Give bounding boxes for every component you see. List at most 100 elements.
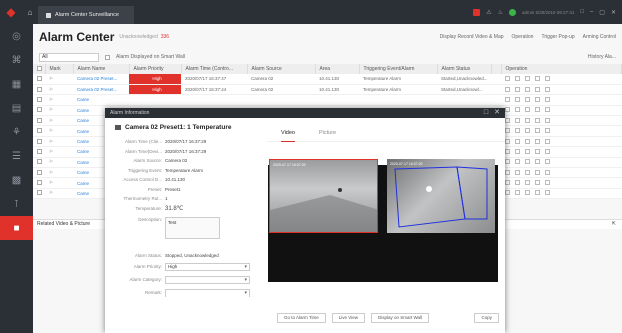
row-checkbox[interactable] — [37, 148, 42, 154]
col-time[interactable]: Alarm Time (Contro... — [181, 64, 248, 74]
acknowledge-icon[interactable] — [505, 180, 510, 186]
user-icon[interactable] — [545, 169, 550, 175]
acknowledge-icon[interactable] — [505, 86, 510, 92]
table-row[interactable]: ⚐ Camera 02 Preset... High 2020/07/17 16:37… — [33, 84, 622, 96]
table-row[interactable]: ⚐ Came — [33, 94, 622, 106]
video-icon[interactable] — [515, 148, 520, 154]
video-window-1[interactable]: 2020-07-17 16:37:29 — [269, 159, 378, 233]
picture-icon[interactable] — [525, 169, 530, 175]
table-row[interactable]: ⚐ Camera 02 Preset... High 2020/07/17 16:37… — [33, 74, 622, 85]
video-icon[interactable] — [515, 86, 520, 92]
map-icon[interactable] — [535, 190, 540, 196]
col-priority[interactable]: Alarm Priority — [129, 64, 182, 74]
row-checkbox[interactable] — [37, 75, 42, 81]
grid-icon[interactable]: ▦ — [0, 72, 33, 96]
arming-control-button[interactable]: Arming Control — [583, 34, 616, 40]
user-icon[interactable] — [545, 107, 550, 113]
user-icon[interactable] — [545, 117, 550, 123]
video-window-2[interactable]: 2020-07-17 16:37:29 — [387, 159, 495, 233]
remark-field[interactable] — [165, 288, 250, 297]
col-alarm-name[interactable]: Alarm Name — [73, 64, 130, 74]
picture-icon[interactable] — [525, 138, 530, 144]
flag-icon[interactable]: ⚐ — [45, 136, 73, 148]
user-icon[interactable] — [545, 86, 550, 92]
minimize-icon[interactable]: – — [590, 9, 593, 15]
alarm-filter-select[interactable]: All — [39, 52, 99, 62]
layers-icon[interactable]: ☰ — [0, 144, 33, 168]
history-alarm-link[interactable]: History Ala... — [588, 54, 616, 60]
acknowledge-icon[interactable] — [505, 96, 510, 102]
col-event[interactable]: Triggering Event/Alarm — [359, 64, 438, 74]
video-icon[interactable] — [515, 107, 520, 113]
dialog-maximize-icon[interactable]: □ — [484, 108, 488, 118]
description-field[interactable]: Test — [165, 217, 220, 239]
lock-icon[interactable]: □ — [580, 9, 584, 15]
map-icon[interactable] — [535, 138, 540, 144]
monitor-icon[interactable]: ▤ — [0, 96, 33, 120]
flag-icon[interactable]: ⚐ — [45, 105, 73, 117]
puzzle-icon[interactable]: ⌘ — [0, 48, 33, 72]
video-icon[interactable] — [515, 159, 520, 165]
flag-icon[interactable]: ⚐ — [45, 167, 73, 179]
map-icon[interactable] — [535, 75, 540, 81]
flag-icon[interactable]: ⚐ — [45, 115, 73, 127]
acknowledge-icon[interactable] — [505, 148, 510, 154]
pin-icon[interactable]: ⊺ — [0, 192, 33, 216]
flag-icon[interactable]: ⚐ — [45, 157, 73, 169]
flag-icon[interactable]: ⚐ — [45, 177, 73, 189]
flag-icon[interactable]: ⚐ — [45, 84, 73, 96]
maximize-icon[interactable]: ▢ — [599, 9, 605, 16]
row-checkbox[interactable] — [37, 128, 42, 134]
picture-icon[interactable] — [525, 148, 530, 154]
row-checkbox[interactable] — [37, 190, 42, 196]
tab-video[interactable]: Video — [281, 130, 295, 142]
row-checkbox[interactable] — [37, 159, 42, 165]
flag-icon[interactable]: ⚐ — [45, 94, 73, 106]
acknowledge-icon[interactable] — [505, 117, 510, 123]
flag-icon[interactable]: ⚐ — [45, 125, 73, 137]
display-smart-wall-button[interactable]: Display on Smart Wall — [370, 313, 430, 323]
video-icon[interactable] — [515, 117, 520, 123]
col-source[interactable]: Alarm Source — [247, 64, 316, 74]
user-icon[interactable] — [545, 159, 550, 165]
user-icon[interactable] — [545, 138, 550, 144]
acknowledge-icon[interactable] — [505, 128, 510, 134]
video-icon[interactable] — [515, 75, 520, 81]
col-area[interactable]: Area — [315, 64, 360, 74]
acknowledge-icon[interactable] — [505, 169, 510, 175]
live-view-button[interactable]: Live View — [331, 313, 365, 323]
picture-icon[interactable] — [525, 75, 530, 81]
trigger-popup-toggle[interactable]: Trigger Pop-up — [541, 34, 574, 40]
map-icon[interactable] — [535, 159, 540, 165]
go-to-alarm-time-button[interactable]: Go to Alarm Time — [277, 313, 326, 323]
video-icon[interactable] — [515, 180, 520, 186]
picture-icon[interactable] — [525, 86, 530, 92]
map-icon[interactable] — [535, 96, 540, 102]
flag-icon[interactable]: ⚐ — [45, 188, 73, 200]
picture-icon[interactable] — [525, 117, 530, 123]
user-icon[interactable] — [545, 180, 550, 186]
flag-icon[interactable]: ⚐ — [45, 74, 73, 85]
close-icon[interactable]: ✕ — [611, 9, 616, 16]
map-icon[interactable] — [535, 86, 540, 92]
person-icon[interactable]: ⚘ — [0, 120, 33, 144]
row-checkbox[interactable] — [37, 107, 42, 113]
user-icon[interactable] — [545, 148, 550, 154]
picture-icon[interactable] — [525, 190, 530, 196]
col-checkbox[interactable] — [33, 64, 46, 74]
video-icon[interactable] — [515, 96, 520, 102]
video-icon[interactable] — [515, 138, 520, 144]
priority-select[interactable]: High — [165, 262, 250, 271]
copy-button[interactable]: Copy — [474, 313, 499, 323]
picture-icon[interactable] — [525, 96, 530, 102]
acknowledge-icon[interactable] — [505, 138, 510, 144]
row-checkbox[interactable] — [37, 86, 42, 92]
user-icon[interactable] — [545, 96, 550, 102]
row-checkbox[interactable] — [37, 138, 42, 144]
warning-icon[interactable]: ⚠ — [486, 9, 491, 16]
smart-wall-checkbox[interactable] — [105, 54, 110, 60]
col-mark[interactable]: Mark — [45, 64, 74, 74]
display-record-toggle[interactable]: Display Record Video & Map — [440, 34, 504, 40]
flag-icon[interactable]: ⚐ — [45, 146, 73, 158]
acknowledge-icon[interactable] — [505, 107, 510, 113]
